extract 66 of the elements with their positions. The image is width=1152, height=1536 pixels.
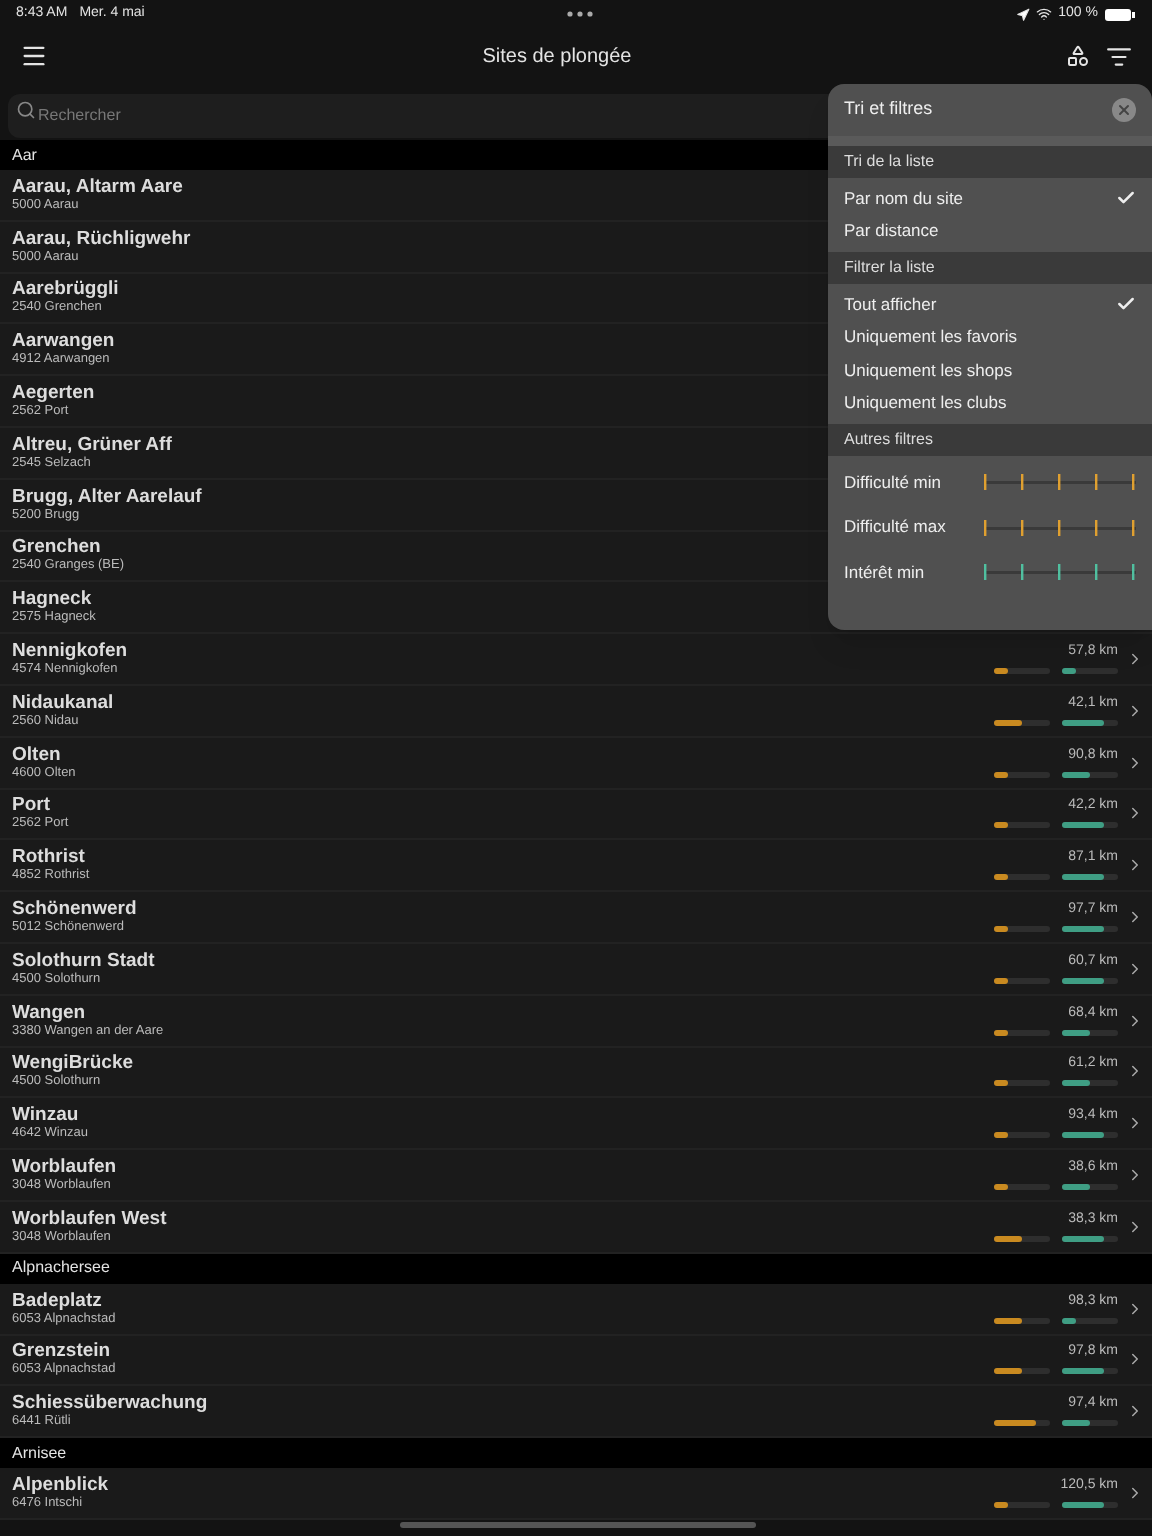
site-name: Aarwangen (12, 330, 115, 353)
chevron-icon (1126, 1350, 1144, 1369)
chevron-icon (1126, 753, 1144, 772)
chevron-icon (1126, 856, 1144, 875)
site-name: Nennigkofen (12, 640, 128, 663)
option-item[interactable]: Uniquement les clubs (828, 387, 1152, 420)
chevron-icon (1126, 804, 1144, 823)
section-header: Alpnachersee (0, 1253, 1152, 1284)
location-icon (1016, 7, 1031, 21)
site-name: WengiBrücke (12, 1052, 134, 1075)
site-name: Winzau (12, 1104, 79, 1127)
chevron-icon (1126, 1484, 1144, 1503)
menu-icon[interactable] (20, 42, 48, 70)
site-name: Schiessüberwachung (12, 1392, 208, 1415)
tick-slider[interactable] (984, 564, 1136, 581)
tick-slider[interactable] (984, 519, 1136, 536)
site-name: Worblaufen West (12, 1207, 167, 1230)
group-header: Autres filtres (828, 424, 1152, 456)
close-icon (1116, 102, 1132, 118)
site-name: Aarau, Altarm Aare (12, 175, 183, 198)
chevron-icon (1126, 1299, 1144, 1318)
site-name: Aegerten (12, 382, 95, 405)
site-name: Wangen (12, 1001, 86, 1024)
group-header: Tri de la liste (828, 146, 1152, 178)
chevron-icon (1126, 1011, 1144, 1030)
shapes-icon[interactable] (1065, 44, 1090, 68)
site-name: Grenzstein (12, 1340, 111, 1363)
chevron-icon (1126, 1402, 1144, 1421)
chevron-icon (1126, 1166, 1144, 1185)
chevron-icon (1126, 1062, 1144, 1081)
dots-icon (566, 10, 595, 18)
site-name: Port (12, 794, 50, 817)
tick-slider[interactable] (984, 474, 1136, 491)
group-header: Filtrer la liste (828, 252, 1152, 284)
chevron-icon (1126, 650, 1144, 669)
wifi-icon (1036, 6, 1053, 22)
chevron-icon (1126, 1114, 1144, 1133)
site-name: Brugg, Alter Aarelauf (12, 485, 202, 508)
site-name: Altreu, Grüner Aff (12, 433, 172, 456)
chevron-icon (1126, 908, 1144, 927)
close-button[interactable] (1112, 98, 1136, 122)
search-icon (16, 100, 36, 120)
site-name: Aarebrüggli (12, 278, 119, 301)
site-name: Nidaukanal (12, 691, 114, 714)
site-name: Rothrist (12, 846, 85, 869)
popover-title: Tri et filtres (844, 96, 933, 123)
site-name: Worblaufen (12, 1156, 117, 1179)
battery-icon (1103, 7, 1136, 21)
site-name: Alpenblick (12, 1474, 109, 1497)
chevron-icon (1126, 701, 1144, 720)
option-item[interactable]: Par nom du site (828, 182, 1152, 215)
option-item[interactable]: Uniquement les favoris (828, 321, 1152, 354)
slider-label: Intérêt min (844, 559, 925, 586)
chevron-icon (1126, 959, 1144, 978)
site-name: Aarau, Rüchligwehr (12, 227, 191, 250)
site-name: Grenchen (12, 536, 101, 559)
section-header: Arnisee (0, 1438, 1152, 1469)
chevron-icon (1126, 1217, 1144, 1236)
page-title: Sites de plongée (482, 43, 632, 71)
site-name: Olten (12, 743, 61, 766)
site-name: Badeplatz (12, 1289, 102, 1312)
site-name: Schönenwerd (12, 898, 137, 921)
site-name: Hagneck (12, 588, 92, 611)
filter-icon[interactable] (1105, 43, 1132, 69)
site-name: Solothurn Stadt (12, 949, 155, 972)
option-item[interactable]: Tout afficher (828, 288, 1152, 321)
